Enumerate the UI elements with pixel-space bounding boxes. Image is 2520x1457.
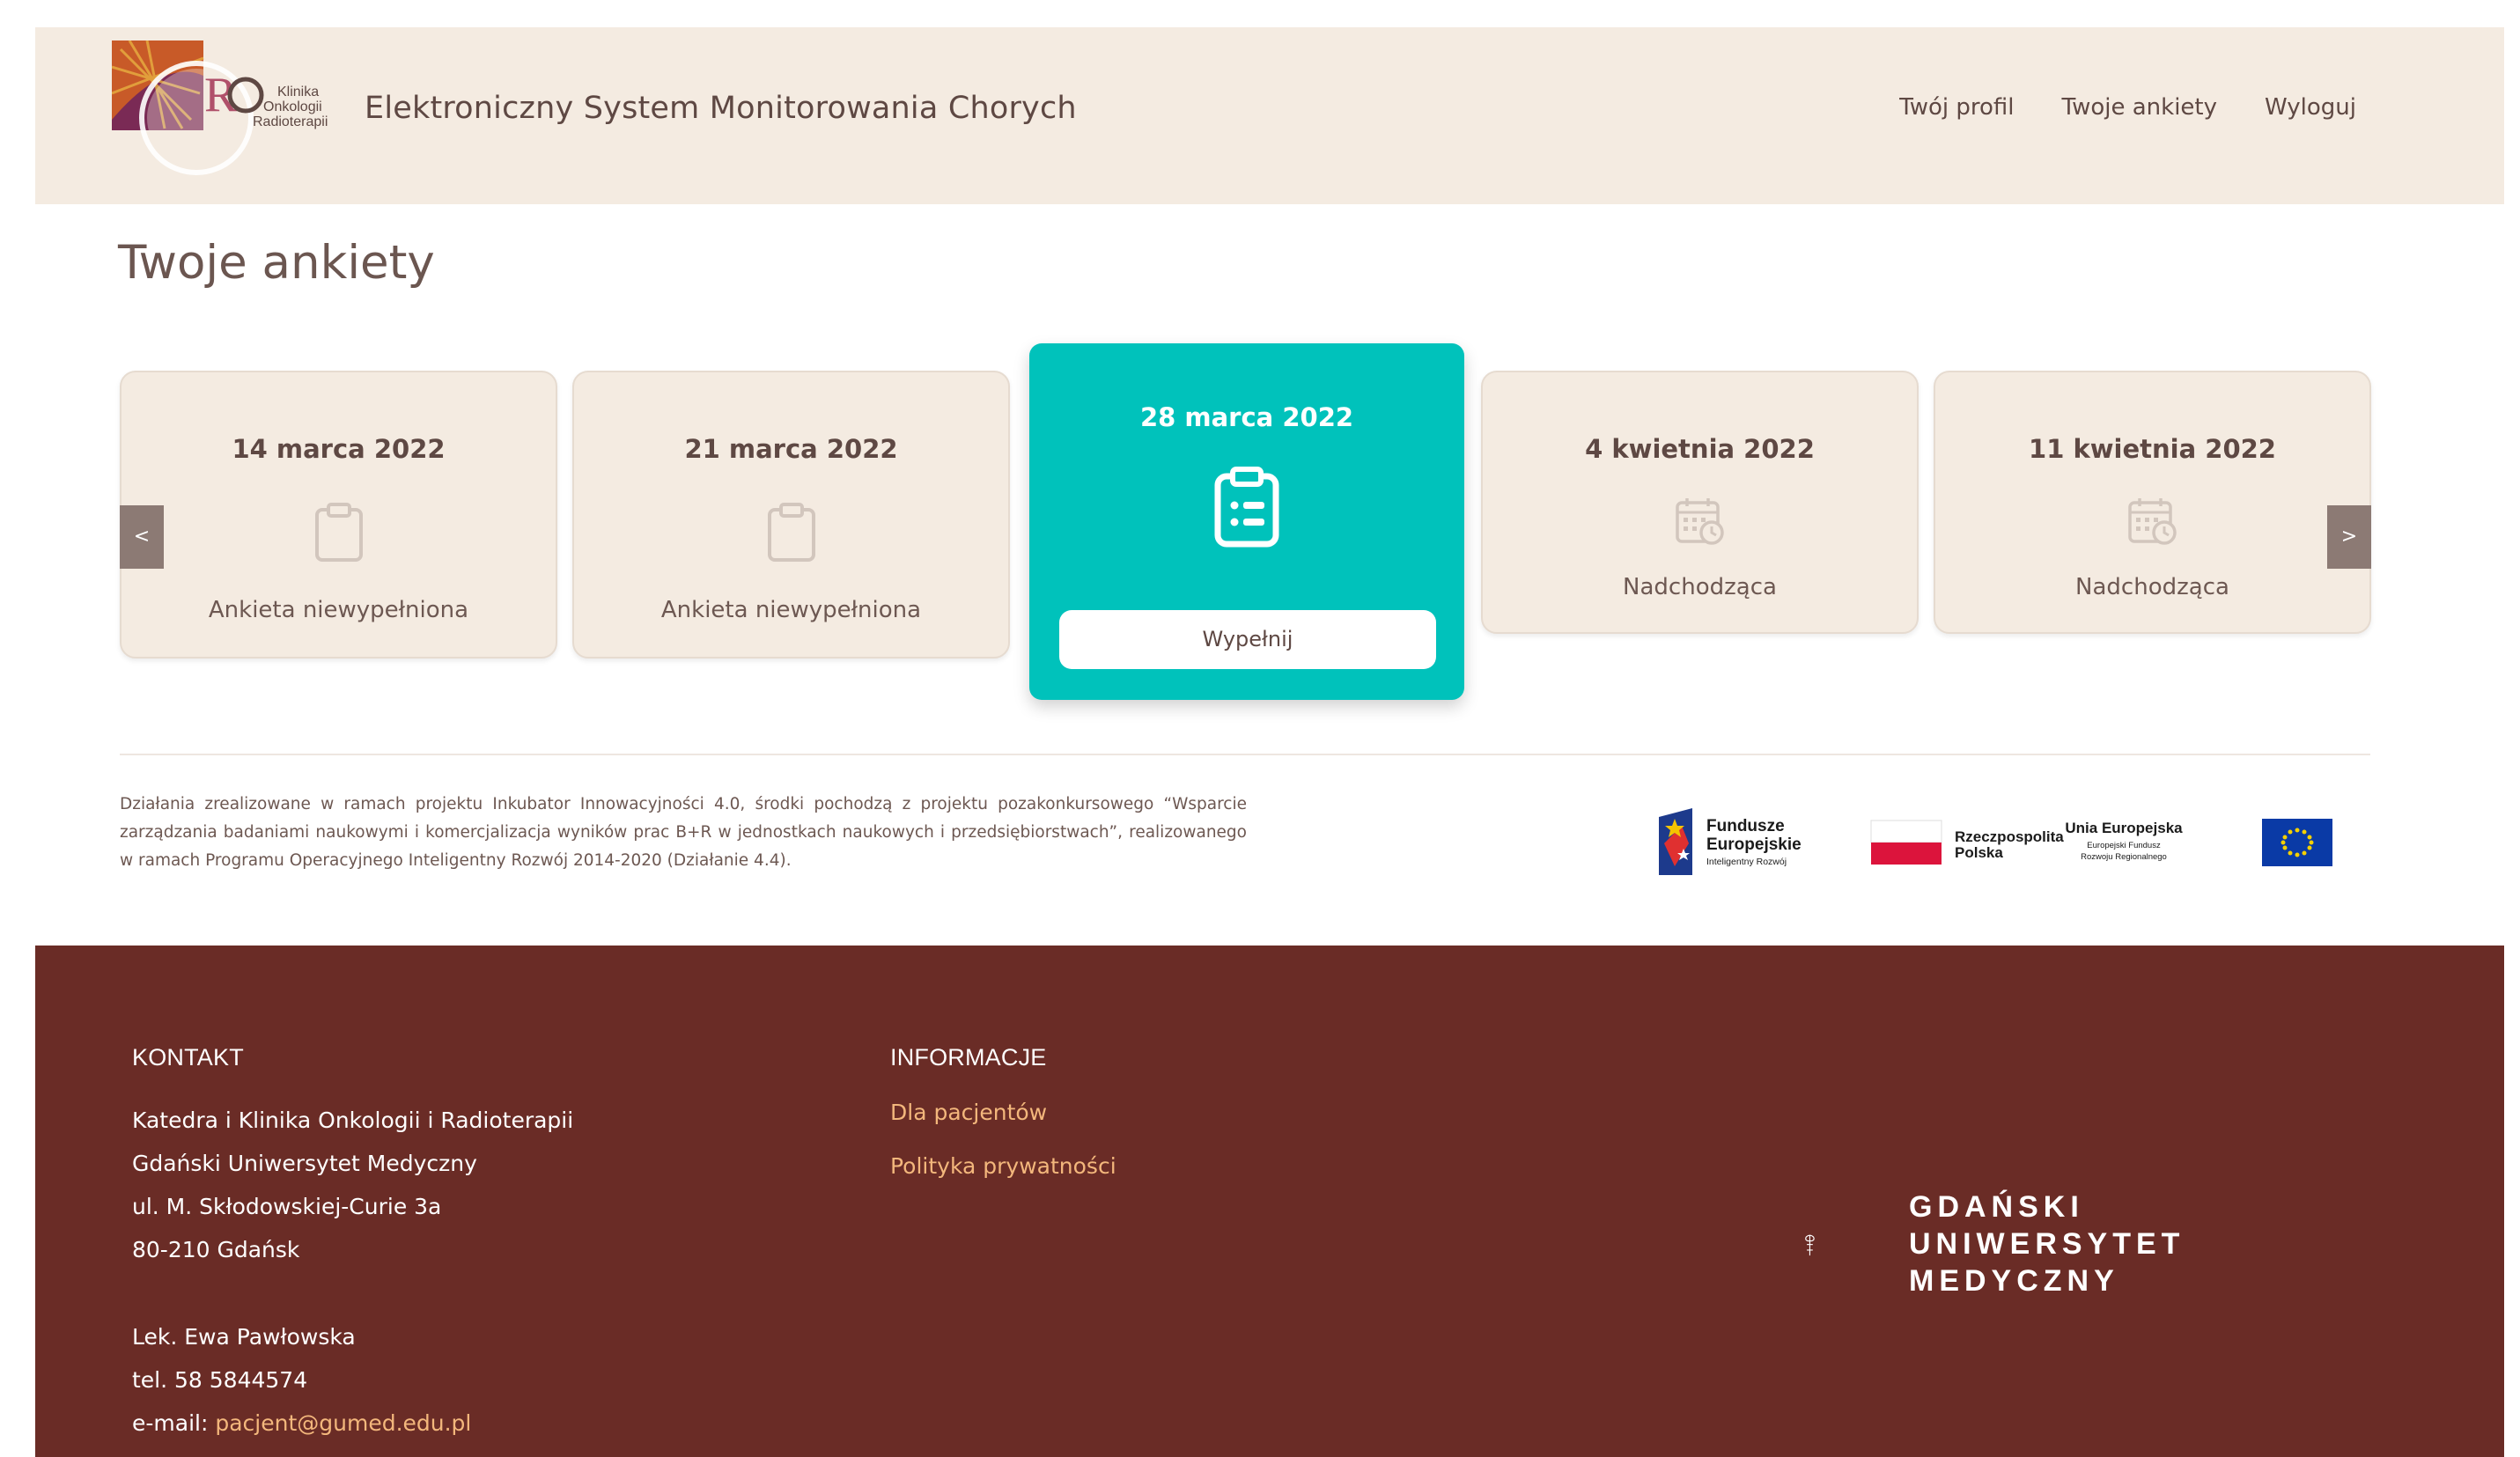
svg-text:Rzeczpospolita: Rzeczpospolita [1955,828,2064,845]
divider [120,754,2370,755]
svg-text:Polska: Polska [1955,844,2003,861]
info-heading: INFORMACJE [890,1044,1047,1071]
svg-text:Europejskie: Europejskie [1706,835,1802,854]
contact-line: ul. M. Skłodowskiej-Curie 3a [132,1194,442,1219]
clipboard-empty-icon [314,503,363,562]
unia-europejska-logo: Unia Europejska Europejski Fundusz Rozwo… [2065,819,2332,866]
survey-date: 21 marca 2022 [684,434,898,464]
survey-date: 4 kwietnia 2022 [1585,434,1815,464]
calendar-clock-icon [2127,498,2177,545]
logo-line-2: Onkologii [263,99,322,114]
contact-line: Gdański Uniwersytet Medyczny [132,1151,477,1176]
survey-card-upcoming[interactable]: 11 kwietnia 2022 Nadchodząca [1934,371,2371,634]
contact-email-row: e-mail: pacjent@gumed.edu.pl [132,1410,471,1436]
contact-line: 80-210 Gdańsk [132,1237,300,1262]
university-name-line: MEDYCZNY [1909,1264,2119,1298]
svg-text:Inteligentny Rozwój: Inteligentny Rozwój [1706,857,1787,867]
survey-date: 11 kwietnia 2022 [2029,434,2276,464]
privacy-policy-link[interactable]: Polityka prywatności [890,1153,1116,1179]
rzeczpospolita-polska-logo: Rzeczpospolita Polska [1870,820,2064,865]
funding-info: Działania zrealizowane w ramach projektu… [120,795,1247,870]
survey-status: Nadchodząca [2075,574,2229,600]
nav-logout[interactable]: Wyloguj [2265,94,2356,121]
svg-text:Europejski Fundusz: Europejski Fundusz [2087,841,2161,850]
contact-phone: tel. 58 5844574 [132,1367,308,1393]
survey-date: 28 marca 2022 [1139,402,1354,432]
fill-survey-button[interactable]: Wypełnij [1059,610,1436,669]
survey-card-current[interactable]: 28 marca 2022 Wypełnij [1029,343,1464,700]
contact-heading: KONTAKT [132,1044,244,1071]
patients-link[interactable]: Dla pacjentów [890,1100,1047,1125]
eu-funding-logos: Fundusze Europejskie Inteligentny Rozwój… [1659,808,2332,875]
calendar-clock-icon [1675,498,1724,545]
carousel-prev-button[interactable]: < [120,505,164,569]
nav-surveys[interactable]: Twoje ankiety [2062,94,2218,121]
survey-date: 14 marca 2022 [232,434,446,464]
contact-person: Lek. Ewa Pawłowska [132,1324,356,1350]
clipboard-empty-icon [767,503,815,562]
logo-line-1: Klinika [277,85,319,99]
header: R Klinika Onkologii Radioterapii Elektro… [35,27,2504,204]
university-name-line: GDAŃSKI [1909,1190,2084,1224]
survey-card-past[interactable]: 14 marca 2022 Ankieta niewypełniona [120,371,557,659]
university-name-line: UNIWERSYTET [1909,1227,2185,1261]
email-label: e-mail: [132,1410,216,1436]
svg-text:Unia Europejska: Unia Europejska [2065,820,2183,836]
survey-status: Ankieta niewypełniona [660,597,922,623]
clipboard-list-icon [1214,467,1279,548]
survey-status: Nadchodząca [1623,574,1777,600]
fundusze-europejskie-logo: Fundusze Europejskie Inteligentny Rozwój [1659,808,1802,875]
svg-text:Fundusze: Fundusze [1706,817,1785,835]
main-nav: Twój profil Twoje ankiety Wyloguj [1899,94,2356,121]
clinic-logo[interactable]: R Klinika Onkologii Radioterapii [112,40,332,177]
gumed-emblem-icon[interactable] [1803,1183,1874,1306]
carousel-next-button[interactable]: > [2327,505,2371,569]
svg-text:Rozwoju Regionalnego: Rozwoju Regionalnego [2081,852,2167,862]
survey-card-upcoming[interactable]: 4 kwietnia 2022 Nadchodząca [1481,371,1919,634]
survey-status: Ankieta niewypełniona [208,597,469,623]
page-title: Twoje ankiety [118,236,435,290]
survey-card-past[interactable]: 21 marca 2022 Ankieta niewypełniona [572,371,1010,659]
contact-line: Katedra i Klinika Onkologii i Radioterap… [132,1107,574,1133]
svg-text:R: R [204,68,238,122]
email-link[interactable]: pacjent@gumed.edu.pl [215,1410,471,1436]
logo-line-3: Radioterapii [253,114,328,129]
app-title: Elektroniczny System Monitorowania Chory… [365,91,1077,126]
nav-profile[interactable]: Twój profil [1899,94,2014,121]
